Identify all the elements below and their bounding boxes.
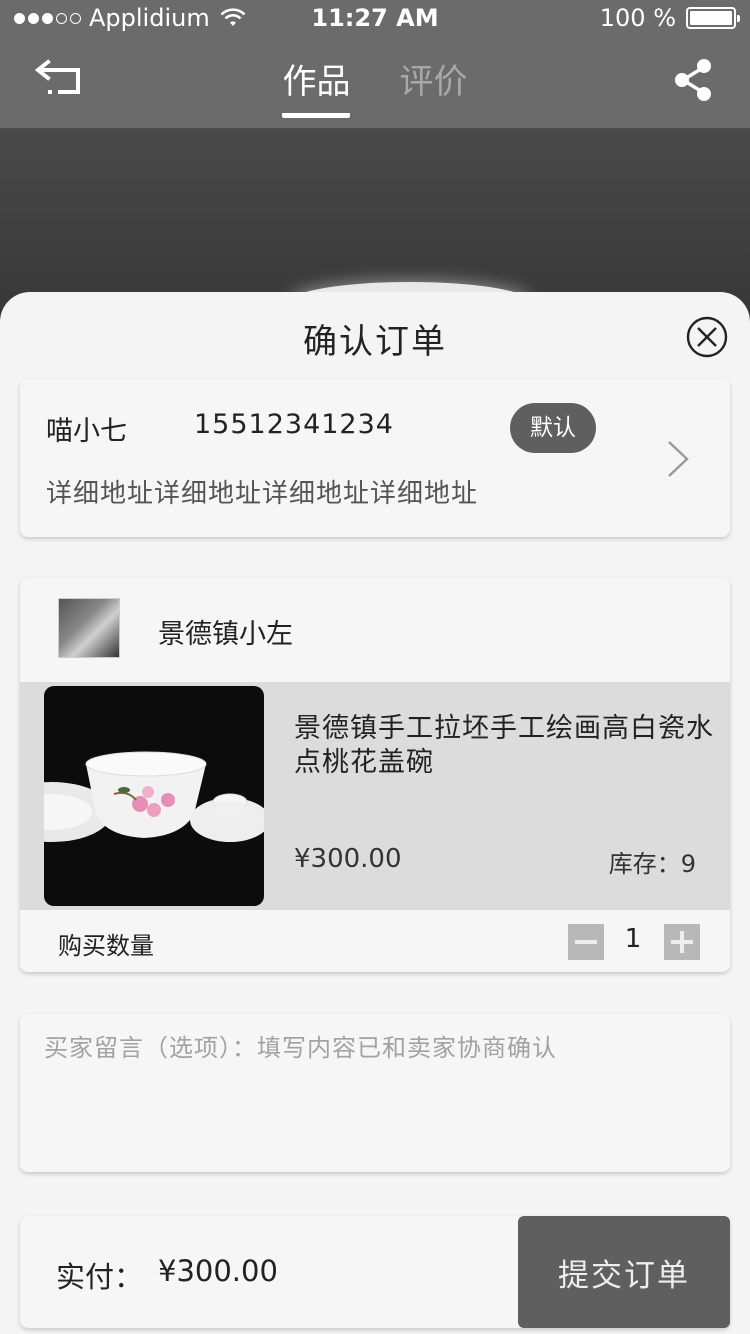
shop-avatar [58,598,120,658]
pay-label: 实付： [56,1260,144,1294]
battery-icon [686,7,740,29]
quantity-minus-button[interactable] [568,924,604,960]
item-price: ¥300.00 [294,844,402,874]
item-title: 景德镇手工拉坯手工绘画高白瓷水点桃花盖碗 [294,713,714,778]
tab-reviews[interactable]: 评价 [400,54,468,113]
teacup-illustration [44,751,264,842]
quantity-row: 购买数量 1 [20,910,730,972]
quantity-value: 1 [624,924,642,954]
shop-row[interactable]: 景德镇小左 [20,578,730,682]
buyer-message-input[interactable] [44,1028,704,1158]
payment-bar: 实付： ¥300.00 提交订单 [20,1216,730,1328]
chevron-right-icon[interactable] [666,439,690,479]
quantity-label: 购买数量 [58,932,154,960]
pay-amount: ¥300.00 [158,1254,278,1288]
close-circle-icon[interactable] [686,316,728,358]
item-row[interactable]: 景德镇手工拉坯手工绘画高白瓷水点桃花盖碗 ¥300.00 库存：9 [20,682,730,910]
recipient-phone: 15512341234 [194,409,394,440]
tab-bar: 作品 评价 [0,54,750,118]
buyer-message-card [20,1014,730,1172]
item-stock: 库存：9 [608,850,696,878]
status-right: 100 % [599,4,740,32]
address-detail: 详细地址详细地址详细地址详细地址 [46,479,479,509]
status-bar: Applidium 11:27 AM 100 % [0,0,750,38]
item-image [44,686,264,906]
quantity-plus-button[interactable] [664,924,700,960]
battery-percentage: 100 % [599,4,676,32]
share-icon[interactable] [674,58,714,102]
address-card[interactable]: 喵小七 15512341234 默认 详细地址详细地址详细地址详细地址 [20,379,730,537]
product-card: 景德镇小左 景德镇手工拉坯手工绘画高白瓷水点桃花盖碗 ¥300.00 库存：9 … [20,578,730,972]
nav-bar: 作品 评价 [0,38,750,128]
shop-name: 景德镇小左 [158,619,293,650]
tab-works[interactable]: 作品 [282,54,351,118]
recipient-name: 喵小七 [46,416,127,447]
sheet-title: 确认订单 [303,322,447,362]
default-badge: 默认 [510,403,596,453]
confirm-order-sheet: 确认订单 喵小七 15512341234 默认 详细地址详细地址详细地址详细地址… [0,292,750,1334]
submit-order-button[interactable]: 提交订单 [518,1216,730,1328]
